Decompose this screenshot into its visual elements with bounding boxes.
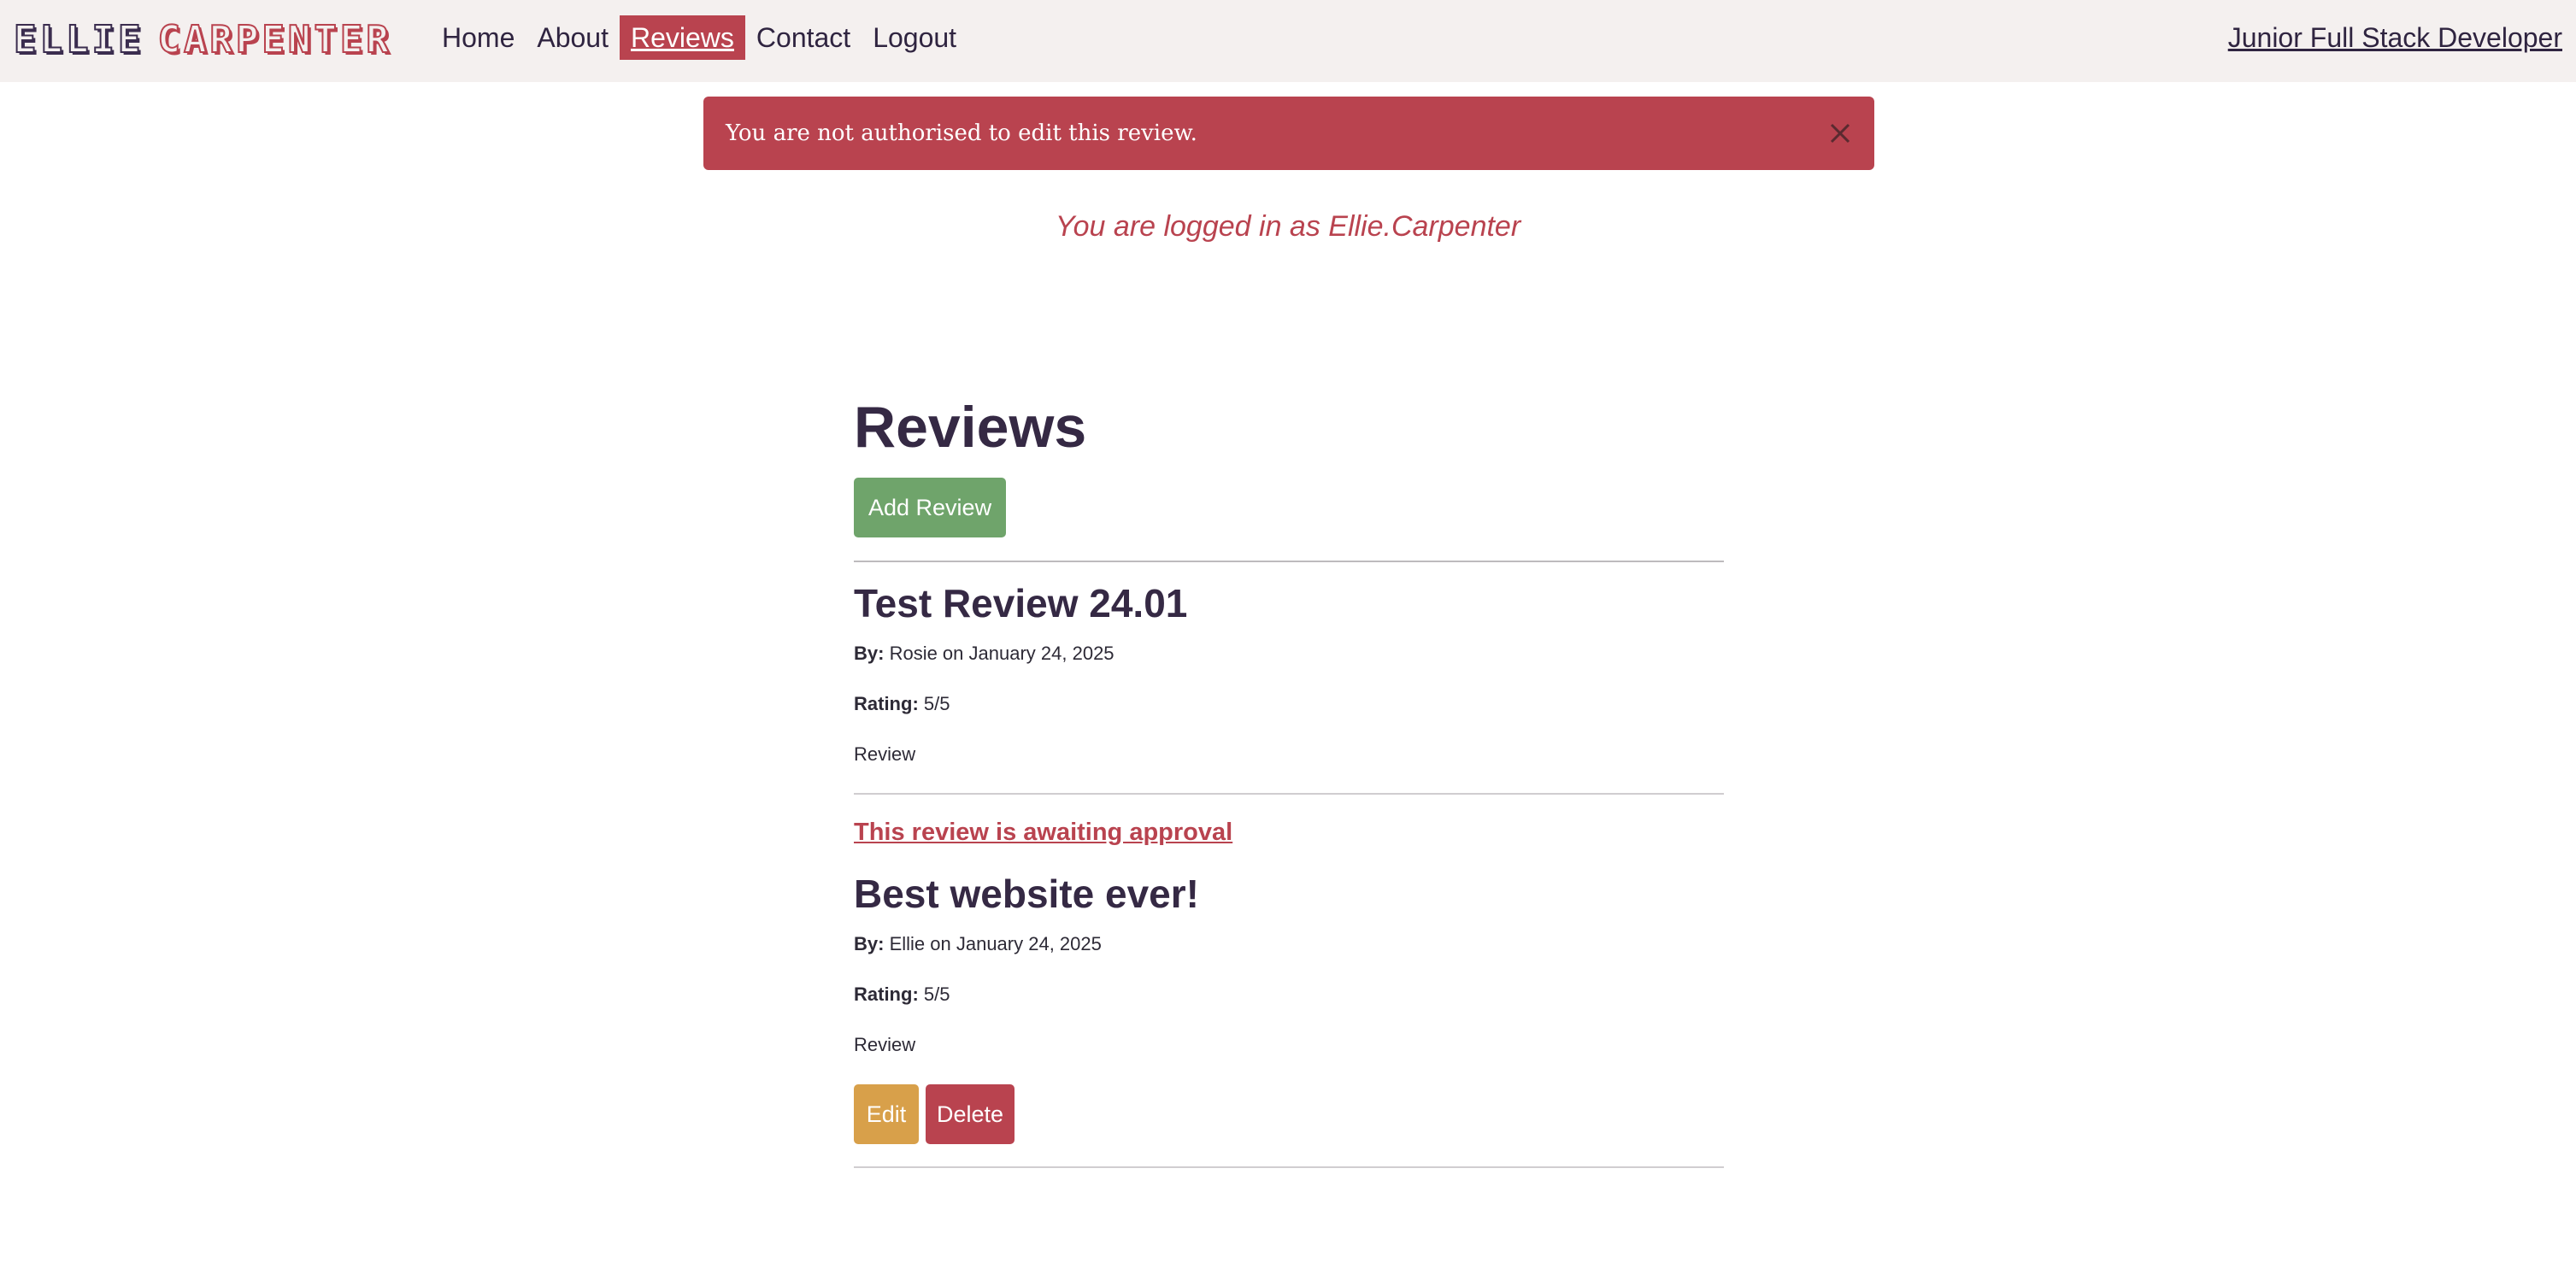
review-author: By: Rosie on January 24, 2025 (854, 641, 1115, 666)
delete-button[interactable]: Delete (926, 1084, 1015, 1144)
divider (854, 561, 1724, 562)
error-alert: You are not authorised to edit this revi… (703, 97, 1874, 170)
author-text: Rosie on January 24, 2025 (889, 643, 1115, 664)
by-label: By: (854, 933, 885, 954)
nav-links: Home About Reviews Contact Logout (431, 15, 967, 60)
rating-value: 5/5 (923, 693, 950, 714)
author-text: Ellie on January 24, 2025 (889, 933, 1102, 954)
reviews-section: Reviews Add Review Test Review 24.01 By:… (854, 393, 1724, 1168)
brand-logo[interactable]: ELLIE CARPENTER (13, 12, 392, 67)
divider (854, 793, 1724, 795)
alert-message: You are not authorised to edit this revi… (726, 120, 1197, 146)
tagline-link[interactable]: Junior Full Stack Developer (2228, 21, 2562, 55)
close-icon[interactable] (1826, 120, 1854, 147)
review-rating: Rating: 5/5 (854, 982, 950, 1007)
review-body: Review (854, 1034, 916, 1055)
review-title: Test Review 24.01 (854, 581, 1188, 625)
brand-last-name: CARPENTER (156, 17, 392, 62)
rating-label: Rating: (854, 983, 919, 1005)
rating-value: 5/5 (923, 983, 950, 1005)
review-title: Best website ever! (854, 872, 1199, 916)
nav-reviews[interactable]: Reviews (619, 15, 745, 60)
add-review-button[interactable]: Add Review (854, 478, 1007, 537)
awaiting-approval-notice: This review is awaiting approval (854, 819, 1233, 846)
divider (854, 1166, 1724, 1168)
logged-in-status: You are logged in as Ellie.Carpenter (1055, 210, 1521, 243)
by-label: By: (854, 643, 885, 664)
page-title: Reviews (854, 395, 1087, 460)
review-body: Review (854, 743, 916, 765)
rating-label: Rating: (854, 693, 919, 714)
nav-logout[interactable]: Logout (862, 15, 967, 60)
navbar: ELLIE CARPENTER Home About Reviews Conta… (0, 0, 2576, 82)
review-rating: Rating: 5/5 (854, 691, 950, 717)
brand-first-name: ELLIE (13, 17, 144, 62)
review-author: By: Ellie on January 24, 2025 (854, 931, 1102, 957)
nav-contact[interactable]: Contact (745, 15, 862, 60)
nav-about[interactable]: About (526, 15, 620, 60)
nav-home[interactable]: Home (431, 15, 526, 60)
edit-button[interactable]: Edit (854, 1084, 919, 1144)
